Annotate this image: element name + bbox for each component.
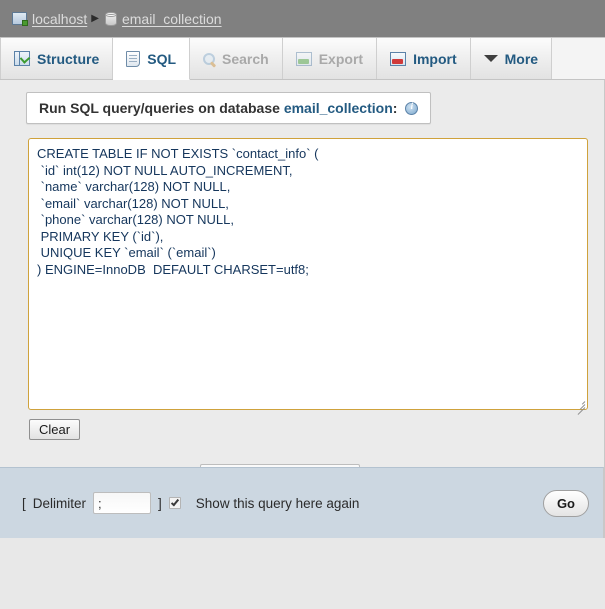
- go-button[interactable]: Go: [542, 489, 589, 517]
- help-info-icon[interactable]: [405, 101, 419, 115]
- database-icon: [104, 11, 117, 26]
- panel-heading-text: Run SQL query/queries on database email_…: [39, 100, 397, 116]
- delimiter-group: [ Delimiter ] Show this query here again: [22, 492, 359, 514]
- tab-search-label: Search: [222, 50, 269, 67]
- structure-icon: [14, 51, 30, 66]
- tab-more[interactable]: More: [470, 38, 553, 79]
- breadcrumb-database[interactable]: email_collection: [104, 10, 222, 27]
- panel-heading-suffix: :: [392, 100, 398, 116]
- tab-export[interactable]: Export: [282, 38, 378, 79]
- sql-query-textarea[interactable]: [28, 138, 588, 410]
- sql-page-icon: [126, 50, 141, 67]
- sql-editor-wrap: [28, 138, 588, 415]
- breadcrumb-server[interactable]: localhost: [12, 11, 87, 27]
- delimiter-label: Delimiter: [32, 495, 87, 511]
- delimiter-input[interactable]: [93, 492, 152, 514]
- tab-structure-label: Structure: [37, 50, 100, 67]
- chevron-down-icon: [483, 55, 498, 62]
- tab-structure[interactable]: Structure: [0, 38, 114, 79]
- tab-import-label: Import: [413, 50, 457, 67]
- sql-panel: Run SQL query/queries on database email_…: [0, 80, 605, 538]
- delimiter-close-bracket: ]: [158, 495, 162, 511]
- panel-heading-database: email_collection: [283, 100, 393, 116]
- export-icon: [295, 51, 312, 66]
- server-icon: [12, 12, 28, 26]
- breadcrumb-server-label: localhost: [32, 10, 88, 27]
- panel-heading: Run SQL query/queries on database email_…: [26, 92, 432, 124]
- show-query-again-checkbox[interactable]: [168, 497, 181, 509]
- breadcrumb-separator: ▶: [91, 13, 99, 24]
- import-icon: [390, 51, 407, 66]
- tab-search[interactable]: Search: [190, 38, 283, 79]
- breadcrumb: localhost ▶ email_collection: [0, 0, 605, 38]
- tab-sql[interactable]: SQL: [113, 38, 191, 80]
- search-magnifier-icon: [203, 52, 216, 65]
- clear-button[interactable]: Clear: [29, 419, 81, 440]
- main-tab-bar: Structure SQL Search Export Import More: [0, 38, 605, 80]
- show-query-again-label: Show this query here again: [195, 495, 360, 511]
- delimiter-open-bracket: [: [22, 495, 26, 511]
- breadcrumb-database-label: email_collection: [121, 10, 222, 27]
- tab-import[interactable]: Import: [377, 38, 471, 79]
- panel-heading-prefix: Run SQL query/queries on database: [39, 100, 284, 116]
- tab-export-label: Export: [318, 50, 364, 67]
- query-action-bar: [ Delimiter ] Show this query here again…: [0, 467, 604, 538]
- tab-more-label: More: [504, 50, 539, 67]
- tab-sql-label: SQL: [147, 50, 177, 67]
